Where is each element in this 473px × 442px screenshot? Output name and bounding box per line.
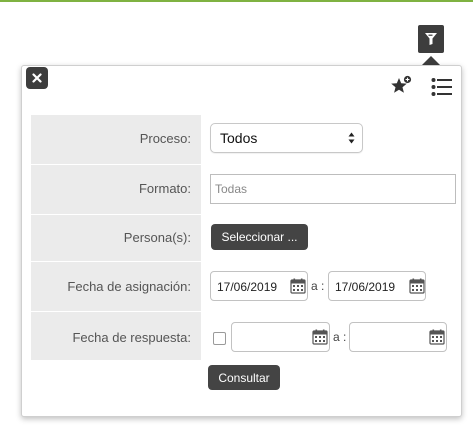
fecha-asignacion-hasta-input[interactable]: 17/06/2019 xyxy=(328,271,426,301)
fecha-respuesta-hasta-input[interactable] xyxy=(349,322,447,352)
fecha-asignacion-desde-value: 17/06/2019 xyxy=(217,280,278,294)
filter-icon xyxy=(425,33,437,45)
popover-caret xyxy=(422,56,440,65)
fecha-respuesta-desde-input[interactable] xyxy=(231,322,330,352)
seleccionar-personas-button[interactable]: Seleccionar ... xyxy=(211,224,308,250)
fecha-asignacion-desde-input[interactable]: 17/06/2019 xyxy=(210,271,308,301)
calendar-icon[interactable] xyxy=(429,329,445,345)
calendar-icon[interactable] xyxy=(312,329,328,345)
close-button[interactable] xyxy=(26,67,48,89)
favorite-button[interactable] xyxy=(390,75,412,97)
list-view-button[interactable] xyxy=(431,77,453,97)
personas-label: Persona(s): xyxy=(123,230,191,245)
fecha-asignacion-hasta-value: 17/06/2019 xyxy=(335,280,396,294)
star-plus-icon xyxy=(391,75,412,93)
fecha-asignacion-label: Fecha de asignación: xyxy=(67,279,191,294)
proceso-select[interactable]: Todos xyxy=(210,123,363,153)
proceso-label: Proceso: xyxy=(139,131,191,146)
row-divider xyxy=(31,261,201,262)
proceso-selected-value: Todos xyxy=(220,130,258,146)
row-divider xyxy=(31,164,201,165)
calendar-icon[interactable] xyxy=(290,278,306,294)
fecha-respuesta-label: Fecha de respuesta: xyxy=(72,330,191,345)
filter-toggle-button[interactable] xyxy=(418,25,444,53)
row-divider xyxy=(31,214,201,215)
row-divider xyxy=(31,311,201,312)
fecha-asignacion-separator: a : xyxy=(311,279,325,293)
top-accent-line xyxy=(0,0,473,2)
formato-label: Formato: xyxy=(138,181,191,196)
select-arrows-icon xyxy=(348,132,355,144)
fecha-respuesta-separator: a : xyxy=(333,330,347,344)
list-icon xyxy=(431,78,452,96)
fecha-respuesta-checkbox[interactable] xyxy=(213,332,226,345)
calendar-icon[interactable] xyxy=(409,278,425,294)
consultar-button[interactable]: Consultar xyxy=(208,365,280,390)
close-icon xyxy=(32,73,42,83)
formato-input[interactable] xyxy=(210,174,456,204)
